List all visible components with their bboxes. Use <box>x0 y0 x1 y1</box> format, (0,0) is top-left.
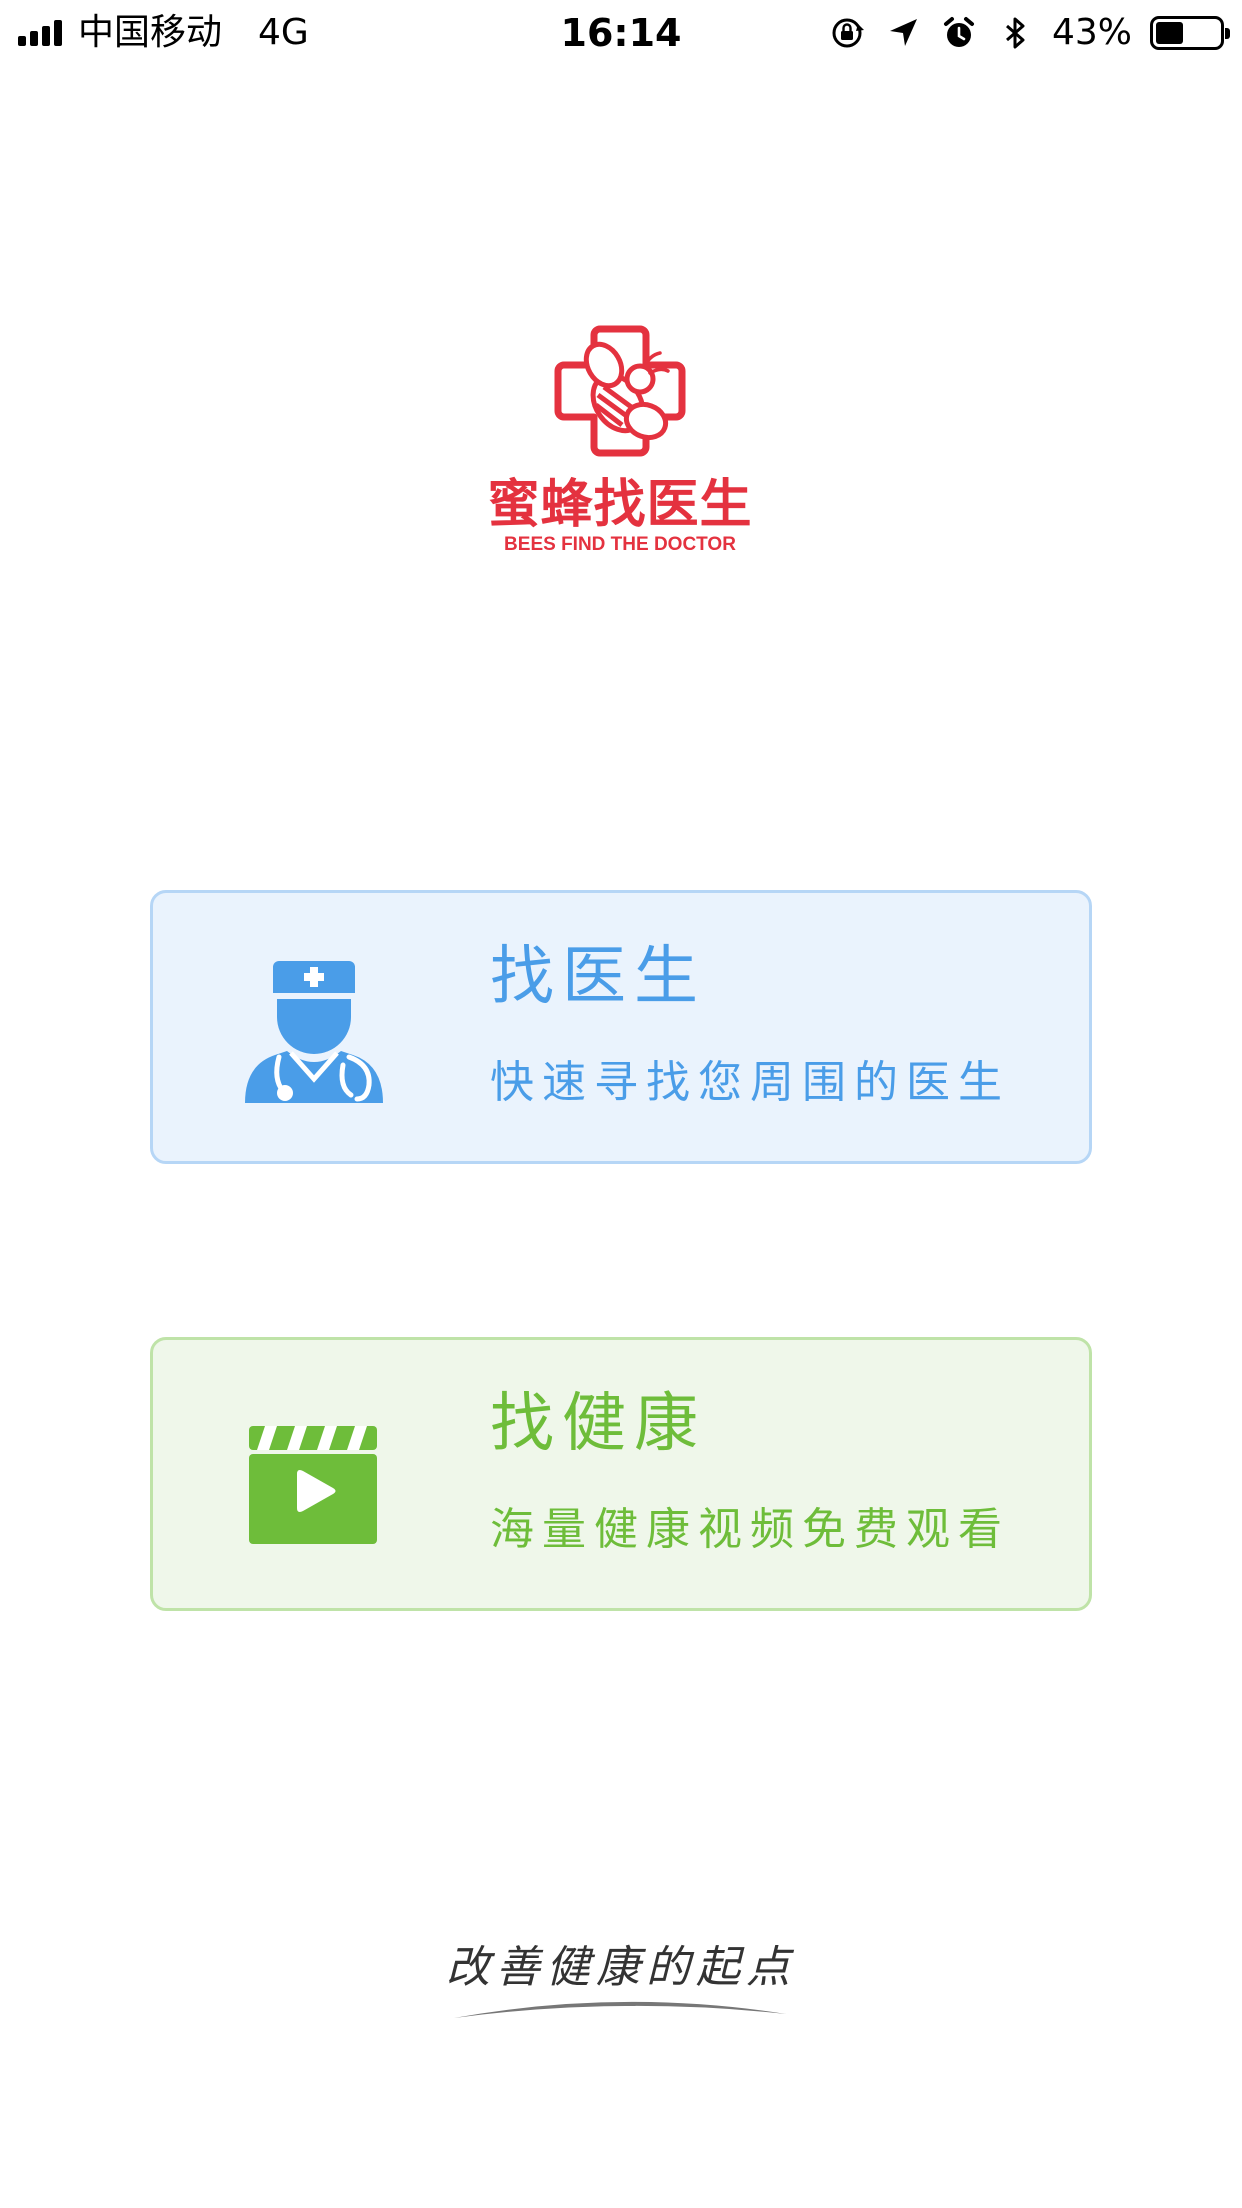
location-arrow-icon <box>889 19 917 46</box>
status-bar-right: 43% <box>828 12 1230 54</box>
find-health-title: 找健康 <box>490 1387 706 1461</box>
bee-cross-logo-icon <box>554 325 686 457</box>
logo-name-cn: 蜜蜂找医生 <box>487 475 753 535</box>
find-doctor-card[interactable]: 找医生 快速寻找您周围的医生 <box>150 890 1092 1164</box>
alarm-icon <box>943 17 974 47</box>
find-doctor-title: 找医生 <box>490 940 706 1014</box>
battery-level-fill <box>1156 22 1183 44</box>
battery-icon <box>1150 16 1230 50</box>
find-health-card[interactable]: 找健康 海量健康视频免费观看 <box>150 1337 1092 1611</box>
find-health-subtitle: 海量健康视频免费观看 <box>490 1504 1010 1555</box>
swoosh-underline-icon <box>454 2001 786 2018</box>
battery-percentage: 43% <box>1051 12 1132 53</box>
logo-name-en: BEES FIND THE DOCTOR <box>504 534 736 555</box>
doctor-icon <box>245 961 383 1103</box>
slogan: 改善健康的起点 <box>430 1940 812 2020</box>
find-doctor-subtitle: 快速寻找您周围的医生 <box>490 1057 1010 1108</box>
app-logo: 蜜蜂找医生 BEES FIND THE DOCTOR <box>470 325 770 565</box>
orientation-lock-icon <box>832 18 864 48</box>
bluetooth-icon <box>1005 17 1025 49</box>
slogan-text: 改善健康的起点 <box>446 1942 796 1993</box>
video-clapper-icon <box>249 1426 377 1544</box>
status-bar: 中国移动 4G 16:14 43% <box>0 0 1242 66</box>
